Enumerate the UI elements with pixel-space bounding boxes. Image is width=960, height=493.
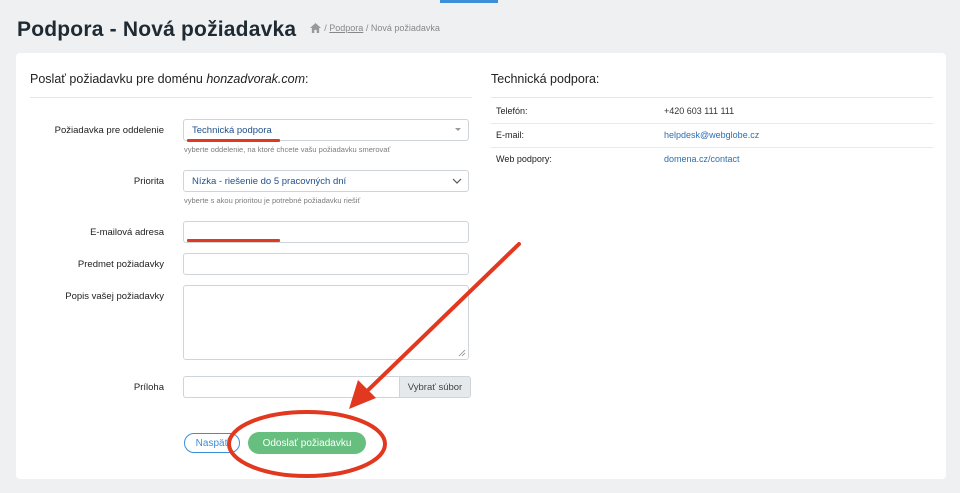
choose-file-button[interactable]: Vybrať súbor <box>399 376 471 398</box>
form-heading: Poslať požiadavku pre doménu honzadvorak… <box>30 72 308 86</box>
department-label: Požiadavka pre oddelenie <box>54 125 164 136</box>
active-tab-indicator <box>440 0 498 3</box>
priority-select[interactable]: Nízka - riešenie do 5 pracovných dní <box>183 170 469 192</box>
support-web-label: Web podpory: <box>496 154 552 164</box>
form-heading-suffix: : <box>305 72 309 86</box>
support-row-web: Web podpory: domena.cz/contact <box>491 147 933 171</box>
breadcrumb: / Podpora / Nová požiadavka <box>310 23 440 33</box>
breadcrumb-current: Nová požiadavka <box>370 23 440 33</box>
chevron-down-icon <box>452 178 462 184</box>
subject-label: Predmet požiadavky <box>77 259 164 270</box>
department-hint: vyberte oddelenie, na ktoré chcete vašu … <box>184 145 391 154</box>
attachment-label: Príloha <box>133 382 164 393</box>
email-label: E-mailová adresa <box>90 227 164 238</box>
annotation-underline-email <box>187 239 280 242</box>
support-phone-label: Telefón: <box>496 106 528 116</box>
support-email-link[interactable]: helpdesk@webglobe.cz <box>664 130 759 140</box>
priority-hint: vyberte s akou prioritou je potrebné pož… <box>184 196 361 205</box>
form-heading-prefix: Poslať požiadavku pre doménu <box>30 72 207 86</box>
form-heading-domain: honzadvorak.com <box>206 72 305 86</box>
page-title: Podpora - Nová požiadavka <box>17 18 297 41</box>
department-select-value: Technická podpora <box>192 124 272 136</box>
attachment-filename-box[interactable] <box>183 376 399 398</box>
page-header: Podpora - Nová požiadavka / Podpora / No… <box>17 18 440 46</box>
divider <box>491 97 933 98</box>
caret-down-icon <box>455 128 461 131</box>
breadcrumb-link-podpora[interactable]: Podpora <box>329 23 363 33</box>
support-web-link[interactable]: domena.cz/contact <box>664 154 740 164</box>
priority-select-value: Nízka - riešenie do 5 pracovných dní <box>192 175 347 187</box>
attachment-file-input[interactable]: Vybrať súbor <box>183 376 471 398</box>
breadcrumb-separator: / <box>324 23 327 33</box>
support-row-phone: Telefón: +420 603 111 111 <box>491 99 933 124</box>
description-label: Popis vašej požiadavky <box>65 291 164 302</box>
department-select[interactable]: Technická podpora <box>183 119 469 141</box>
submit-request-button[interactable]: Odoslať požiadavku <box>248 432 366 454</box>
support-phone-value: +420 603 111 111 <box>664 106 735 116</box>
breadcrumb-separator: / <box>365 23 369 33</box>
home-icon[interactable] <box>310 23 322 33</box>
description-textarea[interactable] <box>183 285 469 360</box>
support-email-label: E-mail: <box>496 130 525 140</box>
subject-field[interactable] <box>183 253 469 275</box>
support-heading: Technická podpora: <box>491 72 600 86</box>
resize-grip-icon[interactable] <box>458 349 466 357</box>
support-request-card: Poslať požiadavku pre doménu honzadvorak… <box>16 53 946 479</box>
annotation-underline-department <box>187 139 280 142</box>
priority-label: Priorita <box>133 176 164 187</box>
support-row-email: E-mail: helpdesk@webglobe.cz <box>491 123 933 148</box>
back-button[interactable]: Naspäť <box>184 433 240 453</box>
divider <box>30 97 472 98</box>
